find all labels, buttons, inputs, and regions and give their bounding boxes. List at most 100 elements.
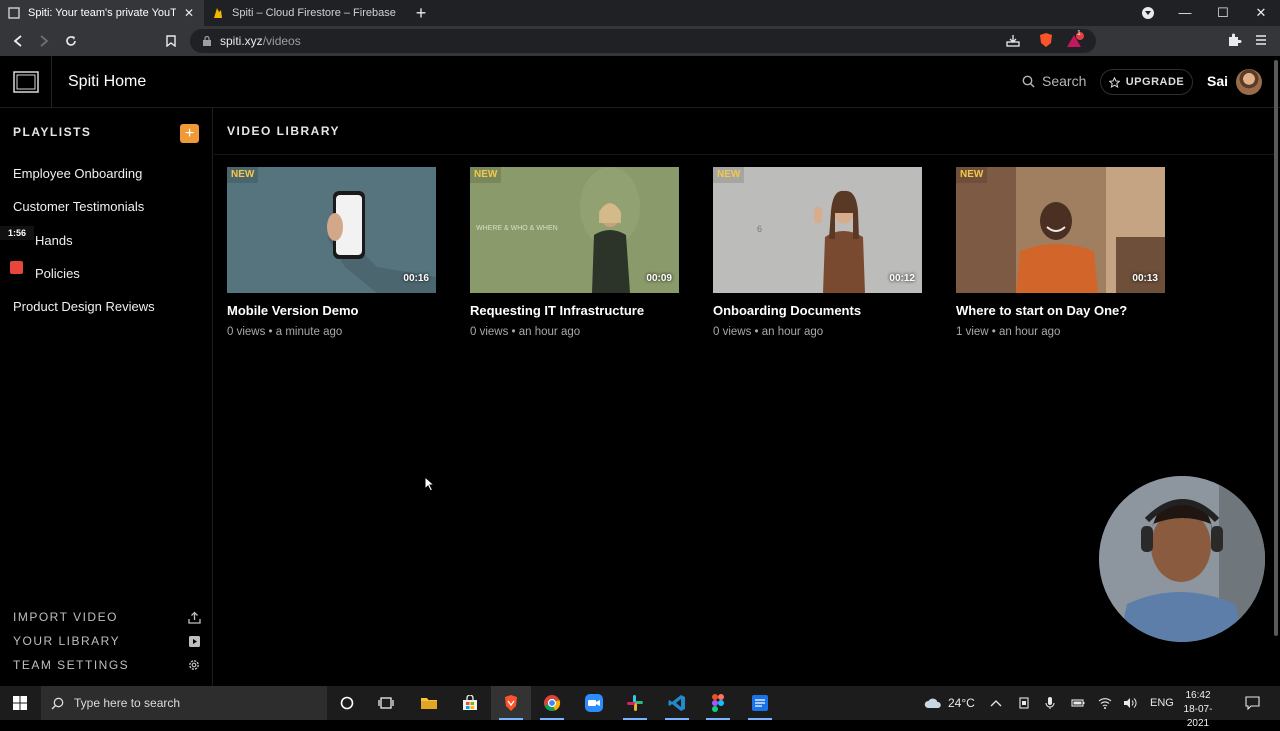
- browser-tab-firebase[interactable]: Spiti – Cloud Firestore – Firebase cons: [204, 0, 404, 26]
- user-name[interactable]: Sai: [1207, 73, 1228, 89]
- taskbar-clock[interactable]: 16:42 18-07-2021: [1174, 689, 1222, 731]
- notifications-icon[interactable]: [1245, 686, 1260, 720]
- playlist-item-employee-onboarding[interactable]: Employee Onboarding: [13, 166, 142, 181]
- maximize-icon[interactable]: ☐: [1204, 0, 1242, 26]
- video-thumbnail[interactable]: 6 NEW 00:12: [713, 167, 922, 293]
- taskbar-search-input[interactable]: Type here to search: [41, 686, 327, 720]
- weather-widget[interactable]: 24°C: [924, 686, 975, 720]
- menu-icon[interactable]: [1254, 32, 1272, 50]
- spiti-logo-icon[interactable]: [0, 56, 52, 108]
- library-icon: [189, 635, 200, 647]
- profile-icon[interactable]: [1129, 0, 1167, 26]
- clock-time: 16:42: [1185, 690, 1211, 701]
- show-hidden-icons-icon[interactable]: [990, 686, 1002, 720]
- microphone-icon[interactable]: [1045, 686, 1055, 720]
- video-thumbnail[interactable]: NEW 00:16: [227, 167, 436, 293]
- close-window-icon[interactable]: ✕: [1242, 0, 1280, 26]
- video-thumbnail[interactable]: NEW 00:13: [956, 167, 1165, 293]
- back-icon[interactable]: [8, 31, 28, 51]
- video-card-requesting-it-infrastructure[interactable]: WHERE & WHO & WHEN NEW 00:09 Requesting …: [470, 167, 679, 338]
- file-explorer-icon[interactable]: [409, 686, 449, 720]
- extensions-puzzle-icon[interactable]: [1226, 32, 1244, 50]
- brave-rewards-icon[interactable]: [1066, 32, 1084, 50]
- wifi-icon[interactable]: [1098, 686, 1112, 720]
- upload-icon: [188, 611, 201, 624]
- search-icon: [1022, 75, 1035, 88]
- app-title[interactable]: Spiti Home: [68, 73, 146, 91]
- page-scrollbar[interactable]: [1274, 60, 1278, 636]
- playlist-item-customer-testimonials[interactable]: Customer Testimonials: [13, 199, 144, 214]
- video-title[interactable]: Where to start on Day One?: [956, 303, 1165, 318]
- divider: [214, 154, 1274, 155]
- video-meta: 0 views • an hour ago: [713, 326, 824, 338]
- install-app-icon[interactable]: [1005, 32, 1023, 50]
- star-icon: [1108, 76, 1120, 88]
- zoom-icon[interactable]: [574, 686, 614, 720]
- playlist-item-product-design-reviews[interactable]: Product Design Reviews: [13, 299, 155, 314]
- your-library-label: YOUR LIBRARY: [13, 634, 121, 648]
- cortana-icon[interactable]: [327, 686, 367, 720]
- playlist-item-policies[interactable]: Policies: [35, 266, 80, 281]
- video-card-where-to-start-on-day-one[interactable]: NEW 00:13 Where to start on Day One? 1 v…: [956, 167, 1165, 338]
- close-tab-icon[interactable]: ✕: [182, 6, 196, 20]
- vscode-icon[interactable]: [657, 686, 697, 720]
- minimize-icon[interactable]: —: [1166, 0, 1204, 26]
- tab-title: Spiti – Cloud Firestore – Firebase cons: [232, 7, 396, 19]
- chrome-icon[interactable]: [532, 686, 572, 720]
- your-library-button[interactable]: YOUR LIBRARY: [13, 634, 201, 648]
- extension-badge-count: 1: [1077, 30, 1081, 37]
- sidebar: PLAYLISTS + Employee Onboarding Customer…: [0, 108, 213, 686]
- team-settings-button[interactable]: TEAM SETTINGS: [13, 658, 201, 672]
- lock-icon: [203, 36, 211, 46]
- address-bar[interactable]: spiti.xyz/videos: [190, 29, 1096, 53]
- cloud-icon: [924, 698, 941, 708]
- search-icon: [51, 697, 64, 709]
- video-duration: 00:13: [1132, 273, 1158, 284]
- browser-tab-strip: Spiti: Your team's private YouTube ✕ Spi…: [0, 0, 1280, 26]
- avatar[interactable]: [1236, 69, 1262, 95]
- video-card-mobile-version-demo[interactable]: NEW 00:16 Mobile Version Demo 0 views • …: [227, 167, 436, 338]
- weather-temperature: 24°C: [948, 696, 975, 710]
- browser-tab-spiti[interactable]: Spiti: Your team's private YouTube ✕: [0, 0, 204, 26]
- battery-icon[interactable]: [1071, 686, 1085, 720]
- video-meta: 0 views • an hour ago: [470, 326, 581, 338]
- firebase-favicon-icon: [212, 7, 224, 19]
- docs-app-icon[interactable]: [740, 686, 780, 720]
- video-thumbnail[interactable]: WHERE & WHO & WHEN NEW 00:09: [470, 167, 679, 293]
- task-view-icon[interactable]: [366, 686, 406, 720]
- slack-icon[interactable]: [615, 686, 655, 720]
- upgrade-button[interactable]: UPGRADE: [1100, 69, 1193, 95]
- video-title[interactable]: Onboarding Documents: [713, 303, 922, 318]
- input-language[interactable]: ENG: [1150, 686, 1174, 720]
- new-tab-button[interactable]: +: [410, 2, 432, 24]
- microsoft-store-icon[interactable]: [450, 686, 490, 720]
- brave-browser-icon[interactable]: [491, 686, 531, 720]
- forward-icon[interactable]: [34, 31, 54, 51]
- video-meta: 1 view • an hour ago: [956, 326, 1061, 338]
- video-title[interactable]: Mobile Version Demo: [227, 303, 436, 318]
- brave-shields-icon[interactable]: [1038, 32, 1056, 50]
- reload-icon[interactable]: [61, 31, 81, 51]
- upgrade-label: UPGRADE: [1125, 76, 1185, 88]
- recording-timer: 1:56: [0, 226, 34, 240]
- video-title[interactable]: Requesting IT Infrastructure: [470, 303, 679, 318]
- new-badge: NEW: [713, 167, 745, 183]
- video-duration: 00:09: [646, 273, 672, 284]
- video-card-onboarding-documents[interactable]: 6 NEW 00:12 Onboarding Documents 0 views…: [713, 167, 922, 338]
- stop-recording-icon[interactable]: [10, 261, 23, 274]
- windows-start-icon[interactable]: [0, 686, 40, 720]
- figma-icon[interactable]: [698, 686, 738, 720]
- windows-taskbar: Type here to search 24°C ENG 16:42 18-07…: [0, 686, 1280, 729]
- add-playlist-button[interactable]: +: [180, 124, 199, 143]
- tray-app-icon[interactable]: [1018, 686, 1030, 720]
- search-label: Search: [1042, 73, 1087, 89]
- bookmark-icon[interactable]: [161, 31, 181, 51]
- thumbnail-overlay-text: WHERE & WHO & WHEN: [476, 225, 558, 232]
- playlist-item-hands[interactable]: Hands: [35, 233, 73, 248]
- import-video-button[interactable]: IMPORT VIDEO: [13, 610, 201, 624]
- volume-icon[interactable]: [1123, 686, 1137, 720]
- import-video-label: IMPORT VIDEO: [13, 610, 118, 624]
- taskbar-search-placeholder: Type here to search: [74, 696, 181, 710]
- video-duration: 00:12: [889, 273, 915, 284]
- search-button[interactable]: Search: [1022, 73, 1086, 89]
